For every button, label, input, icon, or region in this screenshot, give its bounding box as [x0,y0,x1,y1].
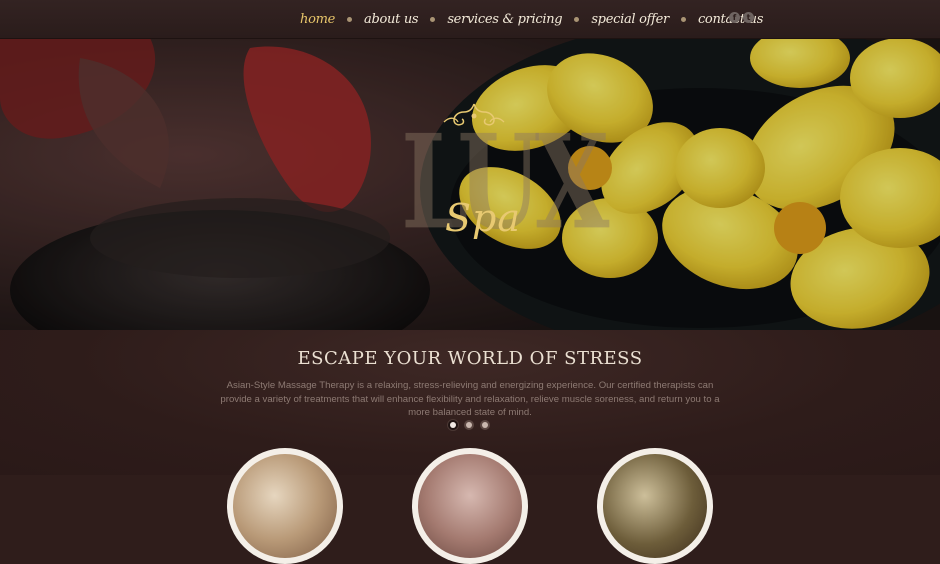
service-image [603,454,707,558]
service-thumbnail[interactable] [597,448,713,564]
service-image [418,454,522,558]
nav-separator-icon [680,16,686,22]
nav-separator-icon [347,16,353,22]
logo-script-text: Spa [445,196,522,240]
social-links: f t [729,12,754,23]
service-thumbnail[interactable] [412,448,528,564]
slider-dot[interactable] [480,420,490,430]
spa-logo[interactable]: LUX Spa [395,103,609,278]
top-navigation-bar: home about us services & pricing special… [0,0,940,39]
hero-banner: LUX Spa [0,38,940,330]
facebook-icon[interactable]: f [729,12,740,23]
slider-pagination [448,420,490,430]
section-paragraph: Asian-Style Massage Therapy is a relaxin… [220,380,720,418]
slider-dot[interactable] [464,420,474,430]
section-headline: ESCAPE YOUR WORLD OF STRESS [297,348,643,369]
nav-special-offer[interactable]: special offer [591,12,669,27]
nav-about-us[interactable]: about us [364,12,419,27]
nav-services-pricing[interactable]: services & pricing [447,12,562,27]
twitter-icon[interactable]: t [743,12,754,23]
nav-home[interactable]: home [300,12,335,27]
service-image [233,454,337,558]
intro-section: ESCAPE YOUR WORLD OF STRESS Asian-Style … [0,330,940,564]
service-thumbnail[interactable] [227,448,343,564]
nav-separator-icon [430,16,436,22]
main-nav: home about us services & pricing special… [300,0,763,38]
slider-dot[interactable] [448,420,458,430]
nav-separator-icon [574,16,580,22]
